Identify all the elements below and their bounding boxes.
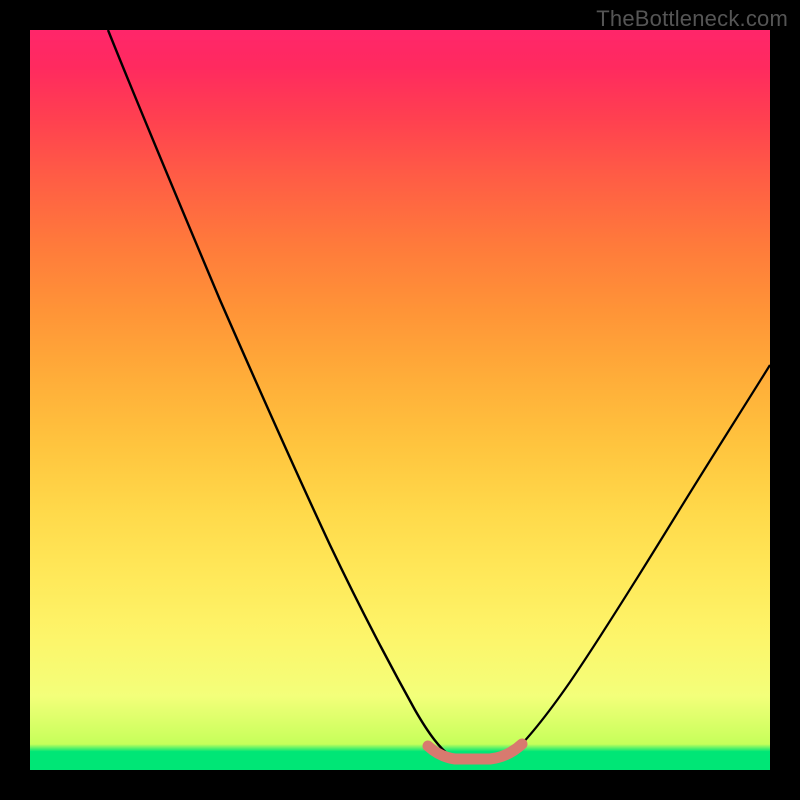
plot-area <box>30 30 770 770</box>
valley-marker-path <box>428 744 522 759</box>
curve-layer <box>30 30 770 770</box>
chart-frame: TheBottleneck.com <box>0 0 800 800</box>
watermark-text: TheBottleneck.com <box>596 6 788 32</box>
right-branch-path <box>510 365 770 756</box>
left-branch-path <box>108 30 450 756</box>
